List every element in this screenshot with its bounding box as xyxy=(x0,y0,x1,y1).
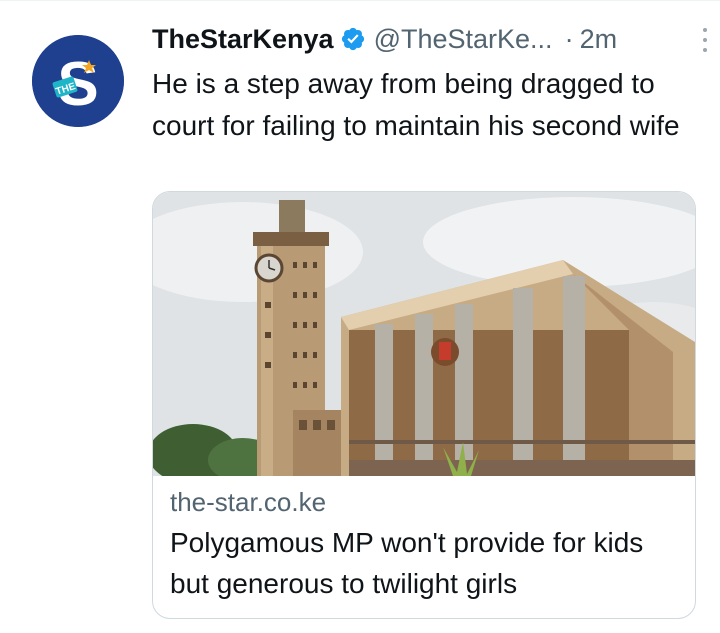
separator-dot: · xyxy=(564,24,574,54)
timestamp[interactable]: 2m xyxy=(580,19,618,59)
the-star-logo-icon: S THE xyxy=(32,35,124,127)
verified-badge-icon xyxy=(341,27,364,51)
tweet-header: TheStarKenya @TheStarKe... · 2m xyxy=(152,19,697,59)
card-meta: the-star.co.ke Polygamous MP won't provi… xyxy=(170,485,685,604)
card-domain[interactable]: the-star.co.ke xyxy=(170,485,685,519)
link-card[interactable]: the-star.co.ke Polygamous MP won't provi… xyxy=(152,191,696,619)
tweet-content: TheStarKenya @TheStarKe... · 2m He is a … xyxy=(152,19,707,147)
handle[interactable]: @TheStarKe... xyxy=(374,19,553,59)
more-options-icon[interactable] xyxy=(695,25,715,55)
more-dot xyxy=(703,38,707,42)
more-dot xyxy=(703,28,707,32)
display-name[interactable]: TheStarKenya xyxy=(152,19,334,59)
avatar[interactable]: S THE xyxy=(32,35,124,127)
more-dot xyxy=(703,48,707,52)
card-title[interactable]: Polygamous MP won't provide for kids but… xyxy=(170,522,685,604)
tweet[interactable]: S THE TheStarKenya @TheStarKe... · 2m He… xyxy=(0,0,720,633)
parliament-building-image xyxy=(153,192,695,476)
tweet-text: He is a step away from being dragged to … xyxy=(152,68,680,141)
